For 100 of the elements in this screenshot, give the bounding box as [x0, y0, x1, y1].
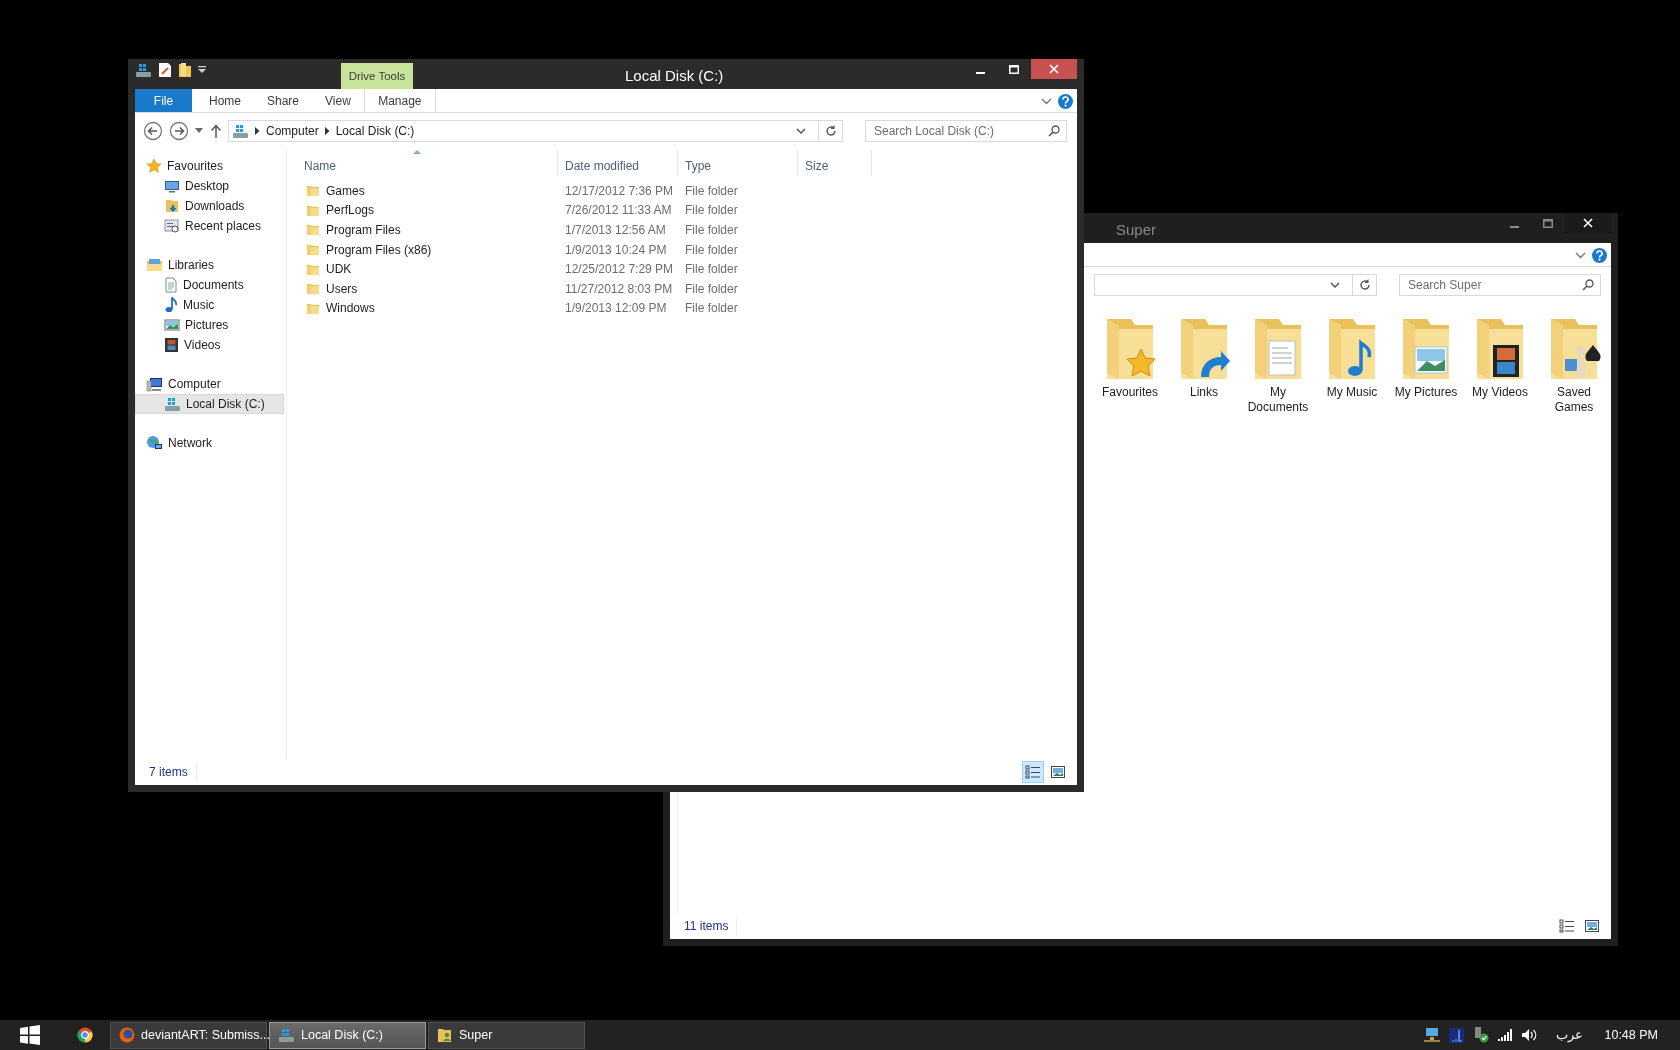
new-folder-icon[interactable]	[178, 62, 192, 78]
nav-item[interactable]: Computer	[135, 374, 284, 394]
star-icon	[146, 158, 162, 174]
nav-item[interactable]: Downloads	[135, 196, 284, 216]
type-cell-text: File folder	[684, 300, 739, 318]
browser-icon	[119, 1027, 135, 1043]
monitor-icon	[164, 179, 180, 193]
library-icon	[146, 257, 163, 273]
folder-icon	[306, 243, 320, 257]
browser-icon[interactable]	[77, 1027, 93, 1043]
file-row-name[interactable]: Games	[297, 181, 558, 200]
film-strip-icon	[164, 337, 179, 353]
usb-drive-check-icon[interactable]	[1473, 1027, 1490, 1043]
folder-icon	[306, 203, 320, 217]
date-modified-cell-text: 12/17/2012 7:36 PM	[564, 182, 675, 200]
breadcrumb-item[interactable]: Local Disk (C:)	[335, 122, 415, 140]
item-count: 7 items	[149, 763, 197, 781]
window-title: Local Disk (C:)	[625, 66, 724, 86]
nav-item[interactable]: Music	[135, 295, 284, 315]
large-icons-view-icon	[1585, 920, 1599, 932]
file-row-name[interactable]: Program Files (x86)	[297, 240, 558, 259]
forward-icon[interactable]	[169, 121, 189, 141]
ribbon-tab[interactable]: Manage	[363, 89, 436, 112]
column-header[interactable]: Size	[798, 150, 872, 176]
breadcrumb-arrow-icon	[324, 127, 330, 135]
taskbar-button[interactable]: deviantART: Submiss...	[110, 1021, 267, 1049]
type-cell-text: File folder	[684, 202, 739, 220]
type-cell-text: File folder	[684, 222, 739, 239]
type-cell-text: File folder	[684, 280, 739, 298]
item-count: 11 items	[684, 917, 738, 935]
windows-logo-icon[interactable]	[20, 1025, 40, 1045]
close-icon	[1049, 64, 1059, 74]
nav-item[interactable]: Libraries	[135, 255, 284, 275]
date-modified-cell-text: 1/7/2013 12:56 AM	[564, 222, 667, 239]
file-row-name[interactable]: Windows	[297, 299, 558, 318]
nav-item[interactable]: Favourites	[135, 156, 284, 176]
input-language[interactable]: عرب	[1556, 1025, 1584, 1045]
nav-item[interactable]: Recent places	[135, 216, 284, 236]
maximize-icon	[1543, 218, 1553, 228]
details-view-icon	[1559, 919, 1575, 933]
details-view-icon	[1025, 765, 1041, 779]
contextual-tab-group: Drive Tools	[341, 63, 413, 89]
folder-icon	[306, 262, 320, 276]
breadcrumb-arrow-icon	[255, 127, 260, 135]
nav-item[interactable]: Desktop	[135, 176, 284, 196]
close-icon	[1583, 218, 1593, 228]
details-view-button[interactable]	[1022, 761, 1044, 783]
file-row-name[interactable]: PerfLogs	[297, 201, 558, 220]
drive-icon	[232, 123, 249, 139]
drive-icon	[164, 396, 181, 412]
speaker-icon[interactable]	[1521, 1028, 1538, 1042]
nav-item[interactable]: Videos	[135, 335, 284, 355]
address-bar[interactable]: Computer Local Disk (C:)	[228, 120, 843, 142]
signal-bars-icon[interactable]	[1498, 1029, 1513, 1041]
column-header[interactable]: Date modified	[558, 150, 678, 176]
file-menu-button[interactable]: File	[135, 89, 192, 112]
window-title: Super	[1116, 220, 1157, 240]
date-modified-cell-text: 7/26/2012 11:33 AM	[564, 202, 673, 220]
file-row-name[interactable]: Users	[297, 279, 558, 298]
up-arrow-icon[interactable]	[210, 124, 222, 138]
large-icons-view-icon	[1051, 766, 1065, 778]
document-icon	[164, 277, 178, 293]
file-row-name[interactable]: UDK	[297, 260, 558, 279]
minimize-icon	[975, 71, 985, 74]
refresh-icon[interactable]	[824, 125, 837, 137]
user-folder-icon	[437, 1027, 453, 1043]
nav-item[interactable]: Local Disk (C:)	[135, 394, 284, 414]
network-computer-icon[interactable]	[1424, 1027, 1441, 1043]
properties-icon[interactable]	[158, 62, 172, 78]
date-modified-cell-text: 11/27/2012 8:03 PM	[564, 280, 674, 298]
dropdown-caret-icon[interactable]	[195, 128, 204, 134]
date-modified-cell-text: 1/9/2013 12:09 PM	[564, 300, 668, 318]
folder-icon	[306, 282, 320, 296]
back-icon[interactable]	[143, 121, 163, 141]
meter-icon[interactable]	[1449, 1027, 1465, 1043]
taskbar-button[interactable]: Local Disk (C:)	[269, 1021, 426, 1049]
taskbar-button[interactable]: Super	[428, 1021, 585, 1049]
drive-icon	[278, 1027, 295, 1043]
folder-icon	[306, 223, 320, 237]
search-field[interactable]: Search Local Disk (C:)	[865, 120, 1067, 142]
expand-ribbon-chevron-icon[interactable]	[1041, 98, 1052, 105]
date-modified-cell-text: 1/9/2013 10:24 PM	[564, 241, 668, 259]
dropdown-chevron-icon[interactable]	[1330, 281, 1340, 289]
customize-caret-icon[interactable]	[198, 66, 207, 74]
folder-icon	[306, 184, 320, 198]
nav-item[interactable]: Pictures	[135, 315, 284, 335]
column-header[interactable]: Type	[678, 150, 798, 176]
folder-icon	[306, 301, 320, 315]
clock[interactable]: 10:48 PM	[1604, 1025, 1658, 1045]
help-icon[interactable]	[1058, 94, 1073, 109]
dropdown-chevron-icon[interactable]	[796, 127, 806, 135]
breadcrumb-item[interactable]: Computer	[266, 122, 319, 140]
refresh-icon[interactable]	[1358, 279, 1371, 291]
network-icon	[146, 435, 163, 451]
nav-item[interactable]: Network	[135, 433, 284, 453]
file-row-name[interactable]: Program Files	[297, 221, 558, 239]
search-icon	[1048, 125, 1060, 137]
nav-item[interactable]: Documents	[135, 275, 284, 295]
column-header[interactable]: Name	[297, 150, 558, 176]
folder-download-icon	[164, 198, 180, 214]
